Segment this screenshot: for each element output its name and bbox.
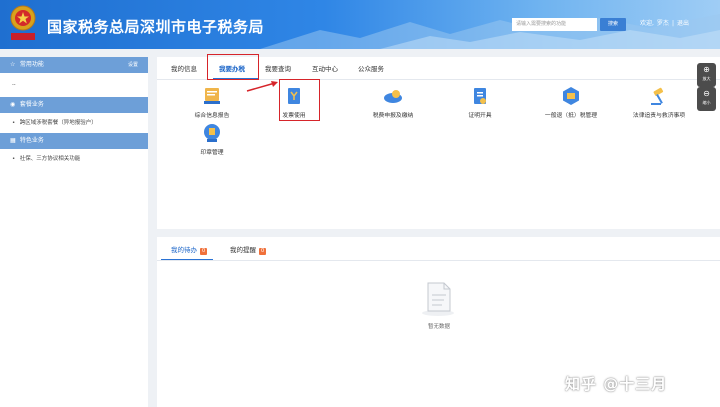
func-label: 综合信息报告 [194, 113, 230, 119]
sidebar-item-social-security[interactable]: • 社保、三方协议相关功能 [0, 149, 148, 169]
zoom-in-label: 放大 [702, 76, 711, 81]
user-links: 欢迎, 罗杰 | 退出 [640, 18, 692, 27]
header: 国家税务总局深圳市电子税务局 请输入需要搜索的功能 搜索 欢迎, 罗杰 | 退出 [0, 0, 720, 49]
welcome-text: 欢迎, [640, 20, 654, 27]
func-legal[interactable]: 法律追责与救济事项 [619, 86, 699, 119]
sidebar-item-label: 跨区域涉税套餐（异地报验户） [19, 120, 97, 126]
func-label: 法律追责与救济事项 [632, 113, 686, 119]
empty-text: 暂无数据 [427, 324, 450, 330]
zoom-in-icon: ⊕ [703, 65, 710, 74]
settings-link[interactable]: 设置 [128, 57, 138, 73]
arrow-annotation [246, 81, 278, 92]
divider: | [671, 20, 674, 27]
func-label: 一般退（抵）税管理 [544, 113, 598, 119]
star-icon: ☆ [10, 61, 16, 68]
logout-link[interactable]: 退出 [677, 20, 689, 27]
section-title: 特色业务 [19, 137, 44, 144]
sidebar-item-label: 社保、三方协议相关功能 [19, 156, 81, 162]
grid-icon: ▦ [10, 137, 16, 144]
tab-public-service[interactable]: 公众服务 [358, 63, 384, 73]
empty-document-icon [422, 282, 454, 316]
count-badge: 0 [200, 248, 208, 255]
sidebar-section-package[interactable]: ◉ 套餐业务 [0, 97, 148, 113]
func-seal[interactable]: 印章管理 [172, 123, 252, 156]
sidebar-placeholder: -- [12, 82, 16, 88]
section-title: 常用功能 [19, 61, 44, 68]
zoom-out-button[interactable]: ⊖ 缩小 [697, 87, 716, 111]
highlight-box-tab [207, 54, 259, 80]
func-label: 证明开具 [468, 113, 492, 119]
package-icon: ◉ [10, 101, 16, 108]
count-badge: 0 [259, 248, 267, 255]
tab-my-reminder[interactable]: 我的提醒 0 [230, 244, 267, 255]
refund-icon [563, 87, 579, 105]
func-certificate[interactable]: 证明开具 [440, 86, 520, 119]
main-panel: 我的信息 我要办税 我要查询 互动中心 公众服务 综合信息报告 发票使用 税费申… [157, 54, 720, 229]
certificate-icon [474, 88, 486, 104]
sidebar-section-common[interactable]: ☆ 常用功能 设置 [0, 57, 148, 73]
cloud-tax-icon [384, 90, 402, 103]
report-icon [204, 88, 220, 104]
sidebar-item-cross-region[interactable]: • 跨区域涉税套餐（异地报验户） [0, 113, 148, 133]
zoom-in-button[interactable]: ⊕ 放大 [697, 63, 716, 87]
func-label: 税费申报及缴纳 [372, 113, 414, 119]
bullet-icon: • [12, 120, 16, 126]
sidebar-section-special[interactable]: ▦ 特色业务 [0, 133, 148, 149]
zoom-out-icon: ⊖ [703, 89, 710, 98]
watermark: 知乎 @十三月 [565, 375, 668, 393]
zoom-out-label: 缩小 [702, 100, 711, 105]
section-title: 套餐业务 [19, 101, 44, 108]
tab-my-info[interactable]: 我的信息 [171, 63, 197, 73]
user-name[interactable]: 罗杰 [657, 20, 669, 27]
tax-emblem-icon [10, 5, 36, 40]
tab-label: 我的提醒 [230, 246, 256, 254]
tab-query[interactable]: 我要查询 [265, 63, 291, 73]
highlight-box-invoice [279, 79, 320, 121]
tab-divider [157, 260, 720, 261]
search-input[interactable]: 请输入需要搜索的功能 [512, 18, 597, 31]
func-refund[interactable]: 一般退（抵）税管理 [531, 86, 611, 119]
tab-interaction[interactable]: 互动中心 [312, 63, 338, 73]
func-label: 印章管理 [200, 150, 224, 156]
tab-my-todo[interactable]: 我的待办 0 [171, 244, 208, 255]
seal-icon [204, 124, 220, 142]
tab-label: 我的待办 [171, 246, 197, 254]
search-button[interactable]: 搜索 [600, 18, 626, 31]
gavel-icon [651, 87, 664, 105]
func-tax-declare[interactable]: 税费申报及缴纳 [353, 86, 433, 119]
func-info-report[interactable]: 综合信息报告 [172, 86, 252, 119]
bullet-icon: • [12, 156, 16, 162]
sidebar: ☆ 常用功能 设置 -- ◉ 套餐业务 • 跨区域涉税套餐（异地报验户） ▦ 特… [0, 57, 148, 407]
site-title: 国家税务总局深圳市电子税务局 [47, 18, 265, 36]
